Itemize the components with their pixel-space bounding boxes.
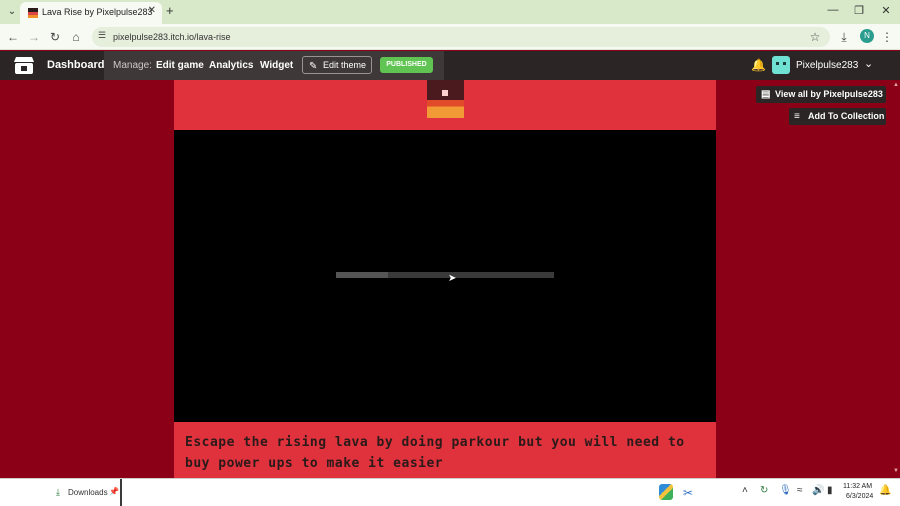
download-arrow-icon: ⤓	[56, 487, 60, 497]
loading-progress-fill	[336, 272, 389, 278]
shop-icon: ▤	[761, 89, 771, 100]
forward-icon[interactable]: →	[26, 29, 42, 45]
snipping-tool-icon[interactable]: ✂	[683, 486, 693, 500]
tab-search-icon[interactable]: ⌄	[4, 4, 20, 20]
sync-icon[interactable]: ↻	[760, 485, 768, 496]
browser-toolbar: ← → ↻ ⌂ ☰ pixelpulse283.itch.io/lava-ris…	[0, 24, 900, 50]
game-page: ➤ Escape the rising lava by doing parkou…	[0, 80, 900, 478]
loading-progress-bar	[336, 272, 554, 278]
profile-avatar[interactable]: N	[860, 29, 874, 43]
site-info-icon[interactable]: ☰	[98, 30, 106, 41]
header-band	[174, 80, 716, 130]
edit-theme-button[interactable]: ✎ Edit theme	[302, 56, 372, 74]
manage-group: Manage: Edit game Analytics Widget ✎ Edi…	[104, 51, 444, 80]
microphone-icon[interactable]: 🎙	[779, 485, 792, 496]
add-to-collection-label: Add To Collection	[808, 111, 885, 121]
username[interactable]: Pixelpulse283	[796, 60, 858, 71]
tab-favicon-icon	[28, 8, 38, 18]
url-text[interactable]: pixelpulse283.itch.io/lava-rise	[113, 32, 231, 42]
volume-icon[interactable]: 🔊	[812, 485, 824, 496]
scroll-down-icon[interactable]: ▼	[893, 468, 899, 474]
taskbar-app-icon[interactable]	[659, 484, 673, 500]
back-icon[interactable]: ←	[5, 29, 21, 45]
mouse-cursor-icon: ➤	[448, 273, 457, 284]
brush-icon: ✎	[309, 61, 318, 72]
game-embed[interactable]: ➤	[174, 130, 716, 422]
downloads-button[interactable]: ⤓ Downloads 📌	[36, 479, 122, 506]
notification-icon[interactable]: 🔔	[879, 485, 891, 496]
clock-date[interactable]: 6/3/2024	[846, 493, 873, 500]
add-to-collection-button[interactable]: ≡ Add To Collection	[789, 108, 886, 125]
game-description: Escape the rising lava by doing parkour …	[185, 435, 685, 471]
user-avatar[interactable]	[772, 56, 790, 74]
wifi-icon[interactable]: ≈	[797, 485, 803, 496]
battery-icon[interactable]: ▮	[827, 485, 833, 496]
active-tab[interactable]: Lava Rise by Pixelpulse283 ✕	[20, 2, 162, 24]
tray-chevron-up-icon[interactable]: ˄	[742, 485, 748, 496]
scroll-up-icon[interactable]: ▲	[893, 82, 899, 88]
reload-icon[interactable]: ↻	[47, 29, 63, 45]
downloads-label: Downloads	[68, 488, 108, 497]
edit-game-link[interactable]: Edit game	[156, 60, 204, 71]
new-tab-icon[interactable]: +	[166, 4, 174, 18]
notification-bell-icon[interactable]: 🔔	[751, 58, 766, 72]
window-close-icon[interactable]: ✕	[878, 4, 894, 17]
itch-logo-icon[interactable]	[13, 55, 35, 75]
menu-kebab-icon[interactable]: ⋮	[879, 29, 895, 45]
scrollbar[interactable]	[892, 80, 900, 478]
pin-icon[interactable]: 📌	[109, 487, 119, 496]
minimize-icon[interactable]: —	[825, 4, 841, 16]
address-bar[interactable]: ☰ pixelpulse283.itch.io/lava-rise	[92, 27, 830, 47]
home-icon[interactable]: ⌂	[68, 29, 84, 45]
tab-strip: ⌄ Lava Rise by Pixelpulse283 ✕ + — ❐ ✕	[0, 0, 900, 24]
manage-label: Manage:	[113, 60, 152, 71]
tab-title: Lava Rise by Pixelpulse283	[42, 7, 153, 17]
edit-theme-label: Edit theme	[323, 60, 367, 70]
view-all-by-author-button[interactable]: ▤ View all by Pixelpulse283	[756, 86, 886, 103]
bookmark-star-icon[interactable]: ☆	[807, 29, 823, 45]
clock-time[interactable]: 11:32 AM	[843, 483, 872, 490]
description-band: Escape the rising lava by doing parkour …	[174, 422, 716, 478]
published-badge[interactable]: PUBLISHED	[380, 57, 433, 73]
dashboard-link[interactable]: Dashboard	[47, 59, 104, 71]
tab-close-icon[interactable]: ✕	[148, 5, 156, 16]
game-header-image	[427, 80, 464, 118]
widget-link[interactable]: Widget	[260, 60, 293, 71]
view-all-label: View all by Pixelpulse283	[775, 89, 883, 99]
itch-admin-bar: Dashboard Manage: Edit game Analytics Wi…	[0, 51, 900, 80]
analytics-link[interactable]: Analytics	[209, 60, 253, 71]
playlist-add-icon: ≡	[794, 111, 800, 122]
chevron-down-icon[interactable]: ⌄	[864, 57, 873, 70]
maximize-icon[interactable]: ❐	[851, 4, 867, 17]
download-icon[interactable]: ⤓	[836, 29, 852, 45]
